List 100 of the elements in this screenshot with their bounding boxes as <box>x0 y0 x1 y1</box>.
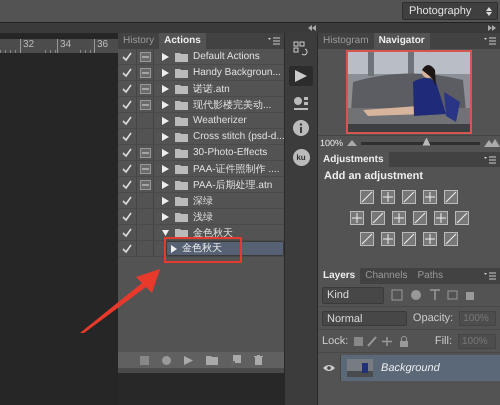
adjustment-icon[interactable] <box>381 232 395 246</box>
disclosure-triangle-icon[interactable] <box>162 228 169 236</box>
disclosure-triangle-icon[interactable] <box>162 180 169 188</box>
checkmark-icon[interactable] <box>122 52 132 61</box>
dialog-toggle[interactable] <box>137 97 154 112</box>
properties-icon[interactable] <box>293 95 309 111</box>
info-icon[interactable] <box>293 120 309 136</box>
checkmark-icon[interactable] <box>122 228 132 237</box>
folder-icon[interactable] <box>206 356 218 364</box>
adjustment-icon[interactable] <box>402 190 416 204</box>
adjustment-icon[interactable] <box>423 232 437 246</box>
checkmark-icon[interactable] <box>122 212 132 221</box>
eye-icon[interactable] <box>323 364 335 372</box>
dialog-toggle[interactable] <box>137 145 154 160</box>
dialog-toggle[interactable] <box>137 65 154 80</box>
dialog-toggle[interactable] <box>137 161 154 176</box>
disclosure-triangle-icon[interactable] <box>162 100 169 108</box>
checkmark-icon[interactable] <box>122 180 132 189</box>
slider-thumb[interactable] <box>422 138 430 146</box>
action-set-row[interactable]: 30-Photo-Effects <box>118 145 284 161</box>
action-set-name: 深绿 <box>193 194 213 208</box>
panel-tab[interactable]: Channels <box>360 268 413 284</box>
panel-menu-icon[interactable] <box>484 272 496 280</box>
adjustment-icon[interactable] <box>444 232 458 246</box>
adjustment-icon[interactable] <box>370 211 384 225</box>
adjustment-icon[interactable] <box>360 232 374 246</box>
panel-tab[interactable]: Layers <box>318 268 360 284</box>
expand-icon[interactable] <box>488 25 496 31</box>
adjustment-icon[interactable] <box>434 211 448 225</box>
action-set-row[interactable]: Default Actions <box>118 49 284 65</box>
adjustment-icon[interactable] <box>381 190 395 204</box>
panel-tab[interactable]: Paths <box>412 268 448 284</box>
adjustment-icon[interactable] <box>402 232 416 246</box>
disclosure-triangle-icon[interactable] <box>171 244 177 252</box>
history-icon[interactable] <box>293 41 309 57</box>
disclosure-triangle-icon[interactable] <box>162 164 169 172</box>
disclosure-triangle-icon[interactable] <box>162 148 169 156</box>
action-set-row[interactable]: 诺诺.atn <box>118 81 284 97</box>
zoom-in-icon[interactable] <box>484 139 500 147</box>
adjustment-icon[interactable] <box>392 211 406 225</box>
checkmark-icon[interactable] <box>122 148 132 157</box>
disclosure-triangle-icon[interactable] <box>162 84 169 92</box>
lock-icons-drawing[interactable] <box>354 336 410 346</box>
panel-tab[interactable]: Actions <box>159 33 206 49</box>
new-item-icon[interactable] <box>230 355 240 365</box>
action-row[interactable]: 金色秋天 <box>166 241 284 256</box>
adjustments-heading: Add an adjustment <box>324 170 424 182</box>
zoom-out-icon[interactable] <box>347 140 358 146</box>
action-set-row[interactable]: 深绿 <box>118 193 284 209</box>
checkmark-icon[interactable] <box>122 84 132 93</box>
action-set-row[interactable]: Weatherizer <box>118 113 284 129</box>
folder-icon <box>175 52 188 62</box>
disclosure-triangle-icon[interactable] <box>162 196 169 204</box>
panel-menu-icon[interactable] <box>484 37 496 45</box>
play-icon <box>295 70 307 82</box>
actions-dock-button[interactable] <box>289 66 313 86</box>
dialog-toggle[interactable] <box>137 177 154 192</box>
disclosure-triangle-icon[interactable] <box>162 68 169 76</box>
layer-row[interactable]: Background <box>318 355 500 381</box>
collapse-icon[interactable] <box>308 25 316 31</box>
disclosure-triangle-icon[interactable] <box>162 132 169 140</box>
adjustment-icon[interactable] <box>412 211 426 225</box>
action-set-row[interactable]: 现代影楼完美动... <box>118 97 284 113</box>
checkmark-icon[interactable] <box>122 196 132 205</box>
panel-menu-icon[interactable] <box>268 37 280 45</box>
action-set-row[interactable]: PAA-证件照制作 .... <box>118 161 284 177</box>
action-set-row[interactable]: PAA-后期处理.atn <box>118 177 284 193</box>
disclosure-triangle-icon[interactable] <box>162 52 169 60</box>
panel-tab[interactable]: History <box>118 33 160 49</box>
workspace-dropdown[interactable]: Photography <box>402 2 498 20</box>
checkmark-icon[interactable] <box>122 164 132 173</box>
panel-menu-icon[interactable] <box>484 156 496 164</box>
checkmark-icon[interactable] <box>122 116 132 125</box>
dialog-toggle[interactable] <box>137 81 154 96</box>
panel-tab[interactable]: Histogram <box>318 33 374 49</box>
adjustment-icon[interactable] <box>444 190 458 204</box>
folder-icon <box>175 84 188 94</box>
dialog-toggle[interactable] <box>137 49 154 64</box>
checkmark-icon[interactable] <box>122 244 132 253</box>
panel-tab[interactable]: Navigator <box>374 33 430 49</box>
play-icon[interactable] <box>184 356 192 364</box>
checkmark-icon[interactable] <box>122 68 132 77</box>
action-set-row[interactable]: Handy Backgroun... <box>118 65 284 81</box>
blend-mode-dropdown[interactable]: Normal <box>322 310 407 326</box>
adjustment-icon[interactable] <box>423 190 437 204</box>
zoom-level: 100% <box>320 138 344 148</box>
adjustment-icon[interactable] <box>360 190 374 204</box>
plugin-badge[interactable]: ku <box>292 149 310 166</box>
adjustment-icon[interactable] <box>350 211 364 225</box>
trash-icon[interactable] <box>254 355 262 365</box>
ruler-label: 36 <box>94 39 117 53</box>
filter-dropdown[interactable]: Kind <box>322 286 384 304</box>
checkmark-icon[interactable] <box>122 132 132 141</box>
action-set-row[interactable]: 浅绿 <box>118 209 284 225</box>
action-set-row[interactable]: Cross stitch (psd-d... <box>118 129 284 145</box>
checkmark-icon[interactable] <box>122 100 132 109</box>
action-set-name: Default Actions <box>193 51 260 62</box>
disclosure-triangle-icon[interactable] <box>162 212 169 220</box>
adjustment-icon[interactable] <box>454 211 468 225</box>
disclosure-triangle-icon[interactable] <box>162 116 169 124</box>
